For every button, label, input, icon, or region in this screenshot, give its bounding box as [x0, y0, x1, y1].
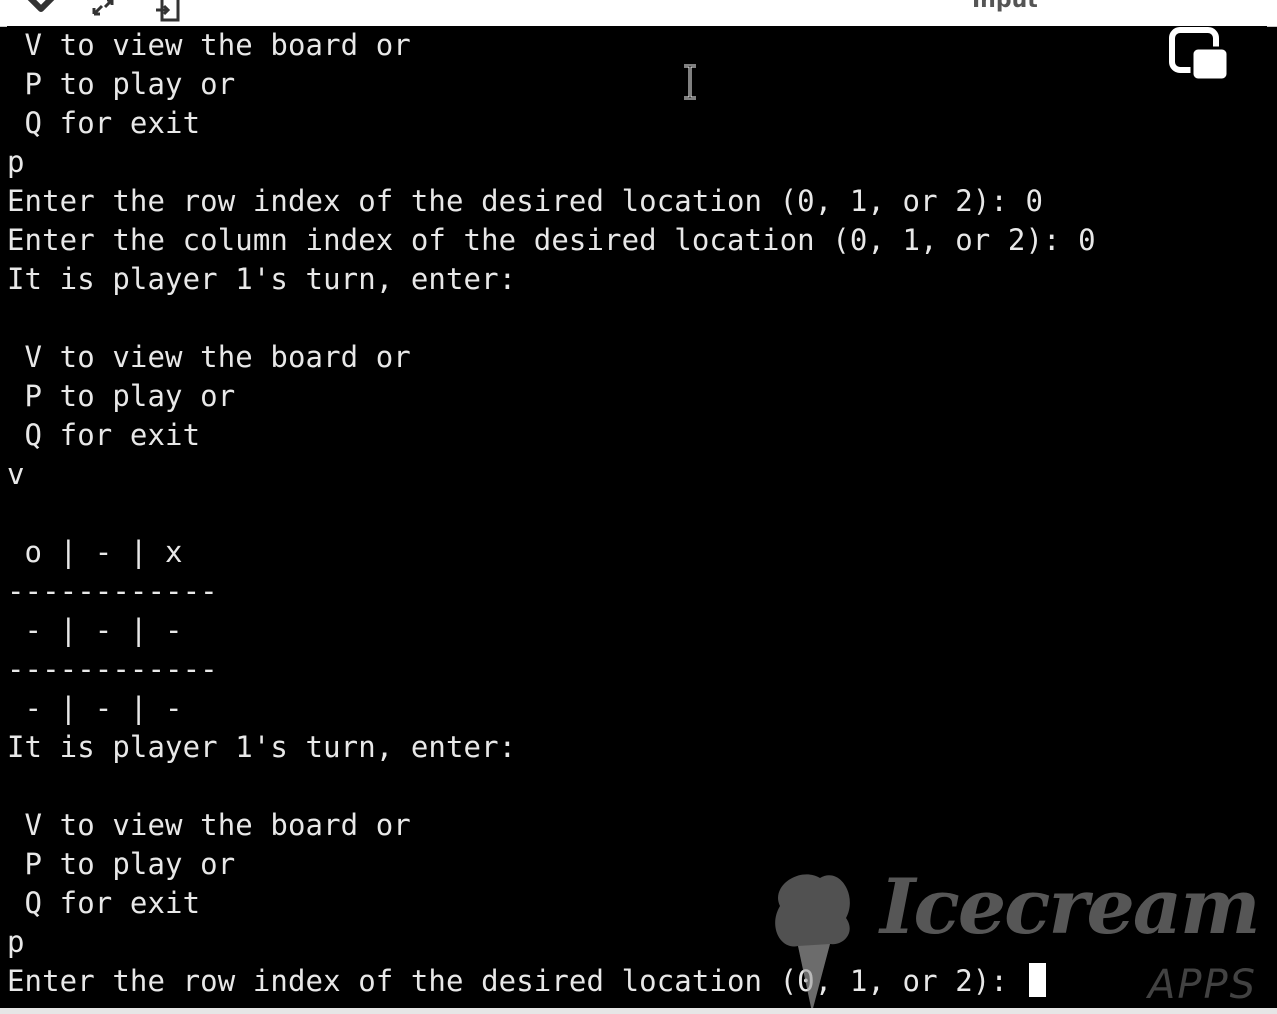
input-label: Input [972, 0, 1038, 13]
top-toolbar: Input [0, 0, 1277, 27]
board-row: - | - | - [7, 691, 183, 725]
terminal-line: P to play or [7, 67, 236, 101]
exit-door-icon[interactable] [154, 0, 184, 22]
board-row: o | - | x [7, 535, 183, 569]
terminal-output[interactable]: V to view the board or P to play or Q fo… [7, 26, 1267, 1011]
terminal-line: p [7, 925, 25, 959]
terminal-line: V to view the board or [7, 28, 411, 62]
terminal-line: Q for exit [7, 418, 201, 452]
chevron-down-icon[interactable] [26, 0, 56, 22]
terminal-line: Enter the column index of the desired lo… [7, 223, 1096, 257]
terminal-line: p [7, 145, 25, 179]
board-divider: ------------ [7, 574, 218, 608]
board-divider: ------------ [7, 652, 218, 686]
terminal-line: v [7, 457, 25, 491]
terminal-line: Q for exit [7, 106, 201, 140]
bottom-edge [0, 1008, 1277, 1014]
board-row: - | - | - [7, 613, 183, 647]
picture-in-picture-icon[interactable] [1168, 26, 1232, 84]
prompt-text: Enter the row index of the desired locat… [7, 964, 1026, 998]
terminal-line: V to view the board or [7, 808, 411, 842]
terminal-line: It is player 1's turn, enter: [7, 730, 517, 764]
terminal-prompt-line[interactable]: Enter the row index of the desired locat… [7, 962, 1047, 1001]
terminal-line: Q for exit [7, 886, 201, 920]
text-cursor-block [1029, 963, 1047, 997]
terminal-line: P to play or [7, 379, 236, 413]
screen-recording-frame: Input V to view the board or P to play o… [0, 0, 1277, 1014]
terminal-line: P to play or [7, 847, 236, 881]
terminal-line: It is player 1's turn, enter: [7, 262, 517, 296]
terminal-line: Enter the row index of the desired locat… [7, 184, 1044, 218]
text-cursor-icon [684, 64, 696, 100]
expand-arrows-icon[interactable] [88, 0, 118, 22]
terminal-line: V to view the board or [7, 340, 411, 374]
